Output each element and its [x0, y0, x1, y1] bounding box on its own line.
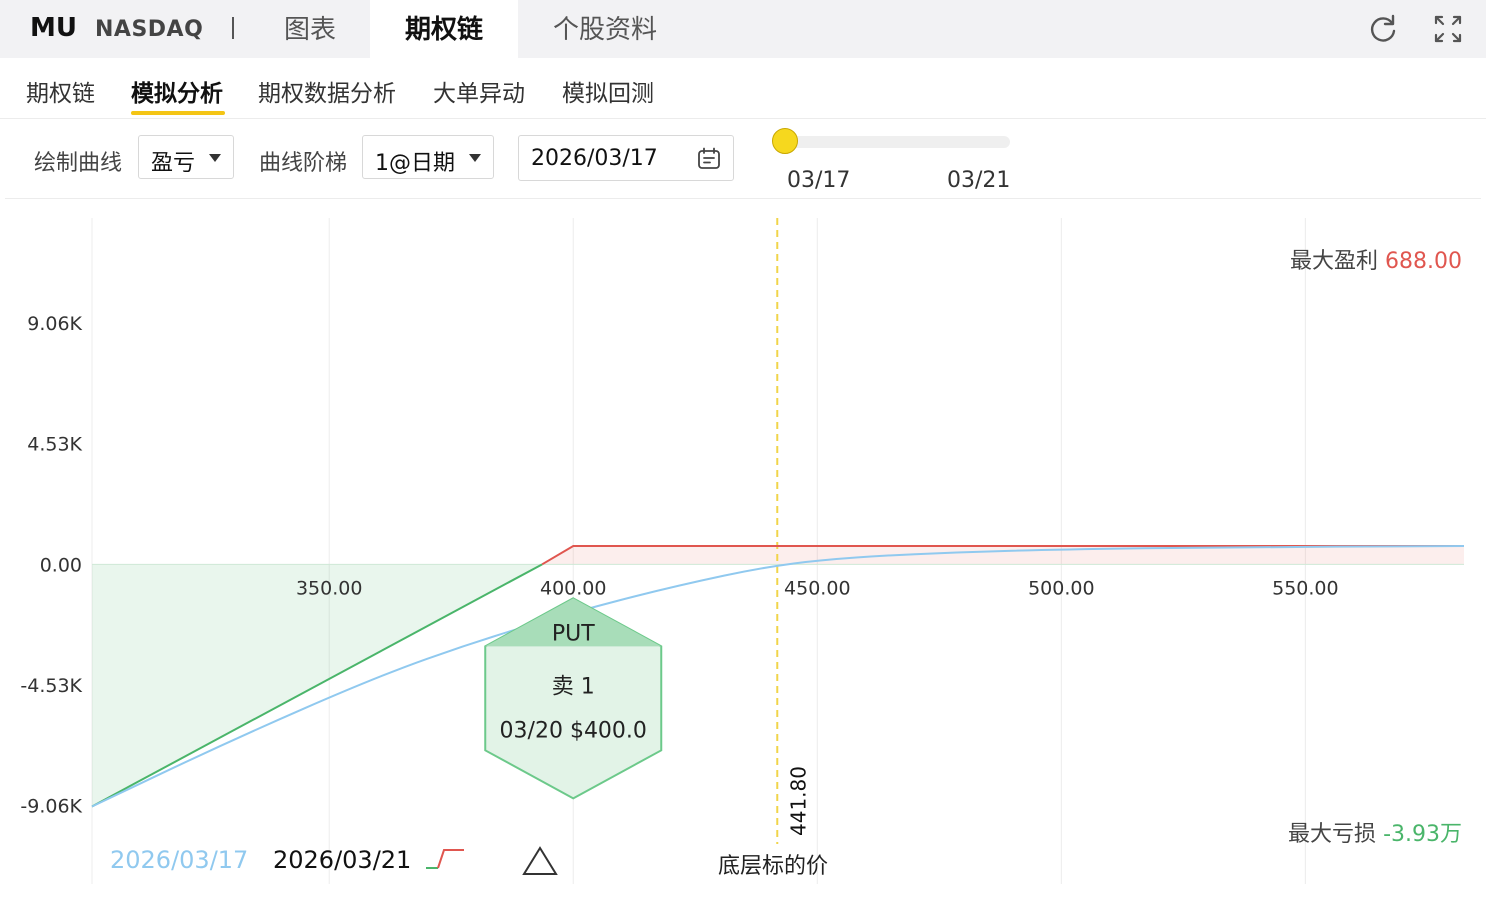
y-tick-label: 4.53K — [27, 434, 82, 456]
y-tick-label: -9.06K — [20, 796, 82, 818]
put-type-label: PUT — [552, 621, 595, 646]
date-slider-track[interactable] — [786, 136, 1010, 148]
curve-label: 绘制曲线 — [34, 151, 123, 176]
date-slider-handle[interactable] — [772, 128, 798, 154]
sub-tabs: 期权链 模拟分析 期权数据分析 大单异动 模拟回测 — [0, 58, 1486, 119]
active-tab-underline — [131, 111, 225, 115]
max-loss: 最大亏损 -3.93万 — [1288, 816, 1462, 848]
fullscreen-icon[interactable] — [1431, 12, 1465, 46]
refresh-icon[interactable] — [1366, 12, 1400, 46]
subtab-option-data[interactable]: 期权数据分析 — [258, 74, 396, 108]
max-profit: 最大盈利 688.00 — [1290, 243, 1462, 275]
tab-chart[interactable]: 图表 — [250, 0, 370, 58]
y-tick-label: 9.06K — [27, 313, 82, 335]
date-input[interactable]: 2026/03/17 — [518, 135, 734, 181]
legend-current-date[interactable]: 2026/03/17 — [110, 846, 248, 874]
tab-stock-profile[interactable]: 个股资料 — [530, 0, 680, 58]
slider-end-label: 03/21 — [947, 168, 1011, 193]
ladder-select-value: 1@日期 — [375, 151, 455, 176]
x-tick-label: 550.00 — [1272, 577, 1338, 599]
max-profit-label: 最大盈利 — [1290, 249, 1379, 274]
pnl-chart[interactable]: 9.06K 4.53K 0.00 -4.53K -9.06K 350.00 400.00 45… — [0, 200, 1486, 918]
x-tick-label: 400.00 — [540, 577, 606, 599]
header-divider — [232, 17, 234, 39]
ticker-symbol: MU — [30, 13, 77, 43]
ladder-label: 曲线阶梯 — [259, 151, 348, 176]
exchange-name: NASDAQ — [95, 17, 204, 42]
ladder-select[interactable]: 1@日期 — [362, 135, 494, 179]
x-tick-label: 350.00 — [296, 577, 362, 599]
legend-expiry-date[interactable]: 2026/03/21 — [273, 846, 411, 874]
date-input-value: 2026/03/17 — [531, 146, 658, 171]
pnl-chart-svg[interactable]: 9.06K 4.53K 0.00 -4.53K -9.06K 350.00 400.00 45… — [0, 200, 1486, 918]
subtab-block-trades[interactable]: 大单异动 — [433, 74, 525, 108]
max-loss-value: -3.93万 — [1383, 822, 1462, 847]
calendar-icon[interactable] — [697, 147, 721, 171]
subtab-simulation[interactable]: 模拟分析 — [131, 74, 223, 108]
triangle-marker-icon[interactable] — [521, 845, 559, 877]
underlying-price-legend: 底层标的价 — [718, 854, 829, 879]
payoff-curve-icon — [426, 849, 464, 869]
underlying-price-label: 441.80 — [786, 766, 810, 836]
chevron-down-icon — [469, 154, 481, 162]
max-profit-value: 688.00 — [1385, 249, 1462, 274]
chevron-down-icon — [209, 154, 221, 162]
slider-start-label: 03/17 — [787, 168, 851, 193]
curve-select[interactable]: 盈亏 — [138, 135, 234, 179]
profit-area — [542, 545, 1464, 565]
top-bar: MU NASDAQ 图表 期权链 个股资料 — [0, 0, 1486, 58]
control-bar: 绘制曲线 盈亏 曲线阶梯 1@日期 2026/03/17 — [5, 118, 1481, 199]
y-tick-label: -4.53K — [20, 675, 82, 697]
put-detail-label: 03/20 $400.0 — [500, 718, 647, 743]
y-tick-label: 0.00 — [40, 554, 82, 576]
x-tick-label: 450.00 — [784, 577, 850, 599]
put-action-label: 卖 1 — [552, 674, 595, 699]
subtab-option-chain[interactable]: 期权链 — [26, 74, 95, 108]
curve-select-value: 盈亏 — [151, 151, 196, 176]
tab-option-chain[interactable]: 期权链 — [370, 0, 518, 58]
max-loss-label: 最大亏损 — [1288, 822, 1377, 847]
x-tick-label: 500.00 — [1028, 577, 1094, 599]
subtab-backtest[interactable]: 模拟回测 — [562, 74, 654, 108]
